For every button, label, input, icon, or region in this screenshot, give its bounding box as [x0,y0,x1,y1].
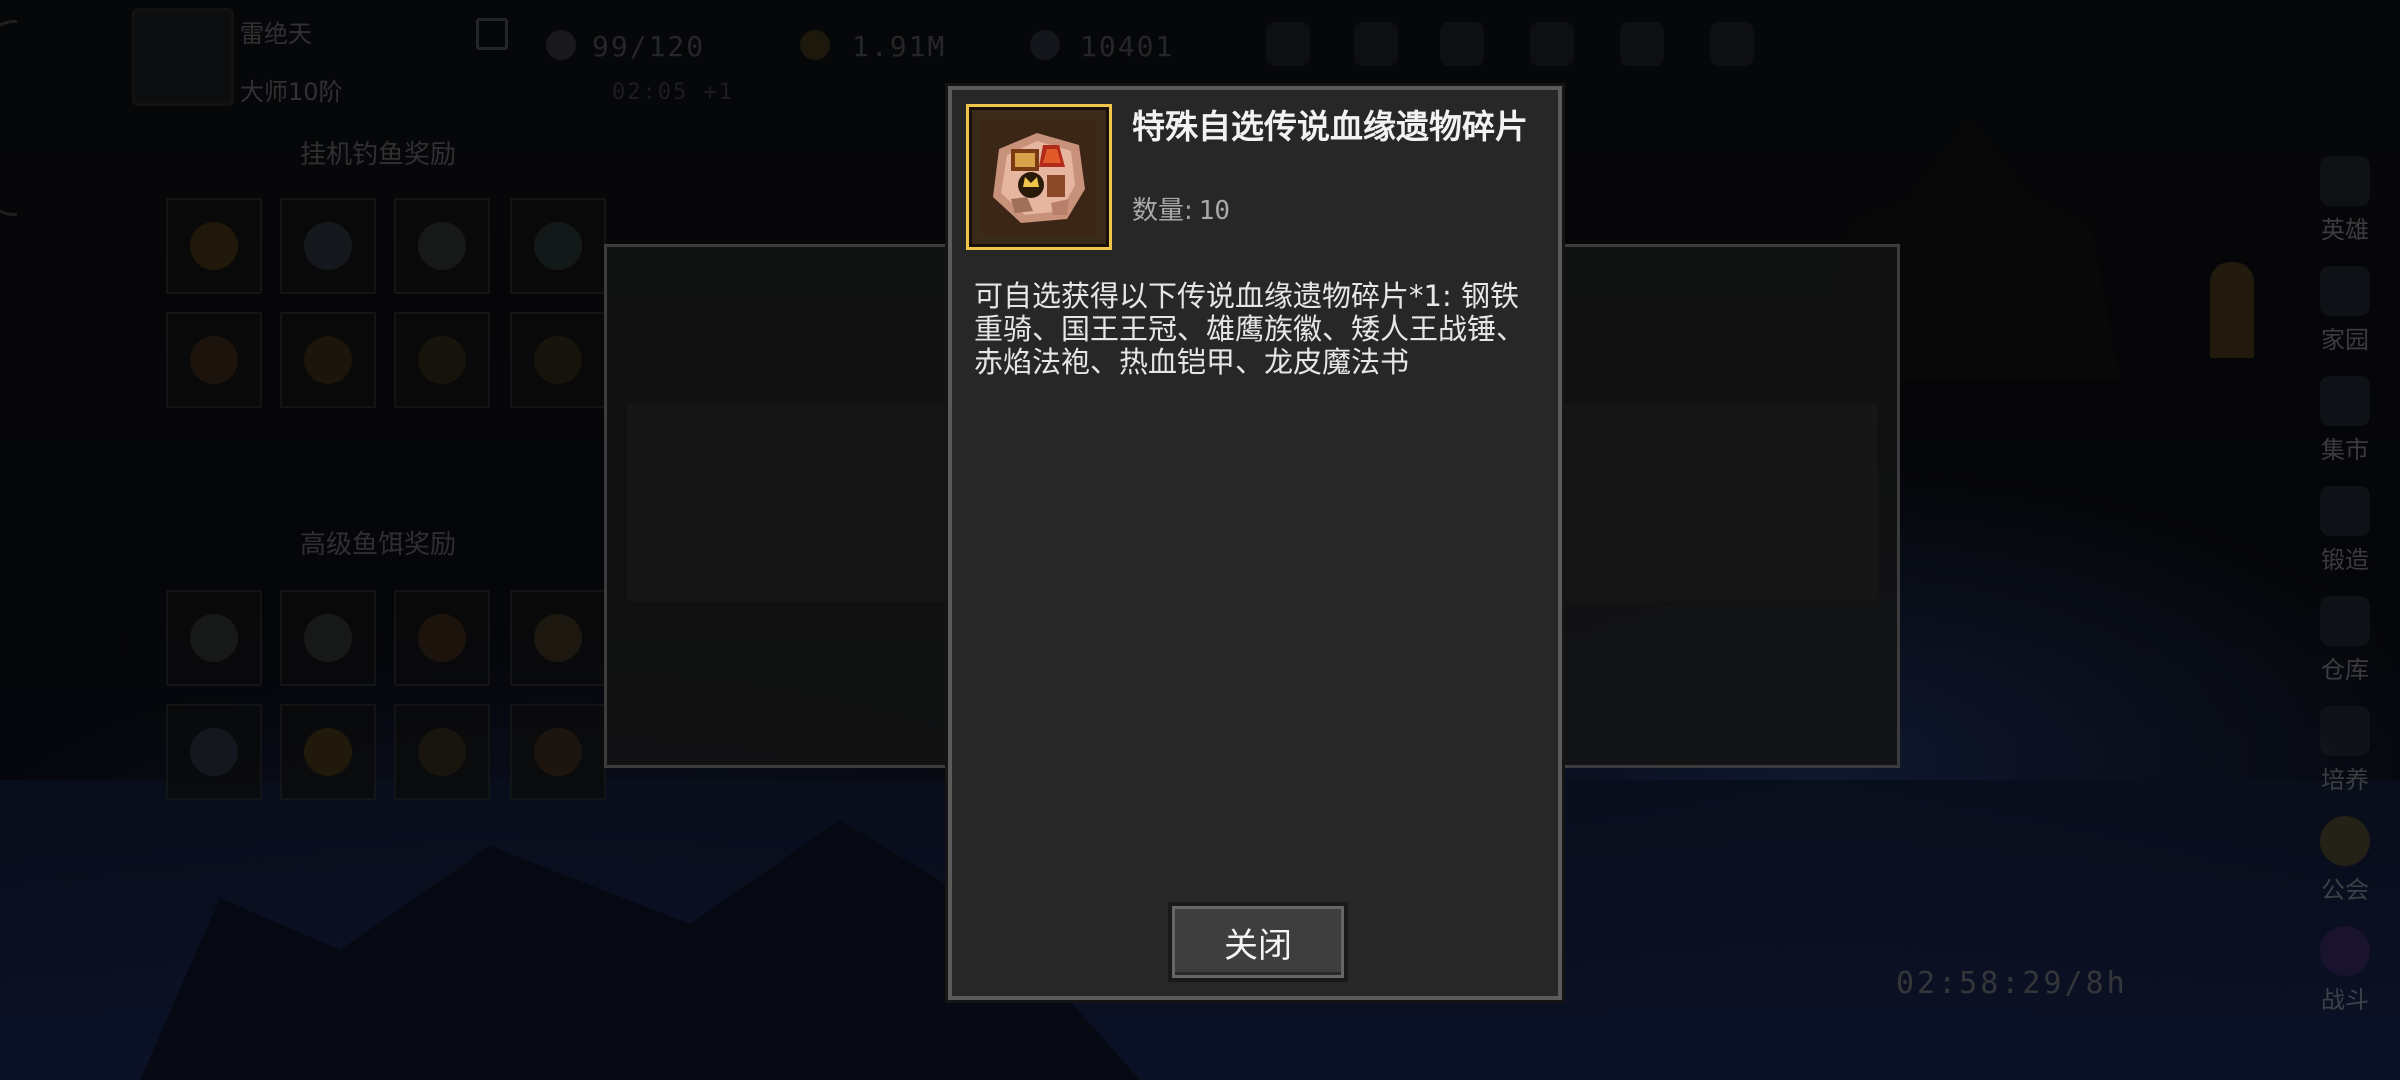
relic-fragment-icon [981,119,1097,235]
item-frame [966,104,1112,250]
close-button[interactable]: 关闭 [1168,902,1348,982]
item-detail-dialog: 特殊自选传说血缘遗物碎片 数量: 10 可自选获得以下传说血缘遗物碎片*1: 钢铁… [948,86,1562,1000]
quantity-value: 10 [1198,196,1231,226]
item-description: 可自选获得以下传说血缘遗物碎片*1: 钢铁重骑、国王王冠、雄鹰族徽、矮人王战锤、… [974,279,1526,379]
quantity-label: 数量: [1132,196,1193,226]
item-quantity: 数量: 10 [1132,190,1230,227]
item-title: 特殊自选传说血缘遗物碎片 [1132,107,1528,146]
